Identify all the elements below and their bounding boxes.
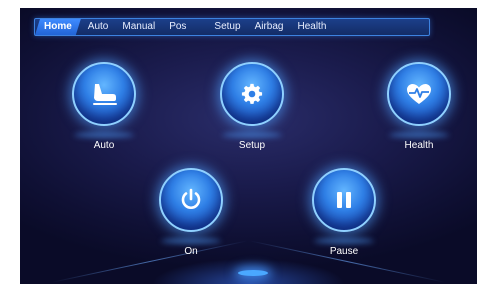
gear-icon xyxy=(220,62,284,126)
on-label: On xyxy=(184,246,198,257)
heart-pulse-icon xyxy=(387,62,451,126)
tab-home[interactable]: Home xyxy=(35,19,81,35)
health-button[interactable]: Health xyxy=(379,62,459,151)
top-nav-bar: Home Auto Manual Pos Setup Airbag Health xyxy=(34,18,430,36)
pause-label: Pause xyxy=(329,246,359,257)
auto-label: Auto xyxy=(93,140,115,151)
floor-glow xyxy=(238,270,268,276)
tab-airbag[interactable]: Airbag xyxy=(248,19,291,35)
pause-button[interactable]: Pause xyxy=(304,168,384,257)
tab-pos[interactable]: Pos xyxy=(162,19,193,35)
tab-manual[interactable]: Manual xyxy=(115,19,162,35)
setup-button[interactable]: Setup xyxy=(212,62,292,151)
device-screen: Home Auto Manual Pos Setup Airbag Health… xyxy=(20,8,477,284)
setup-label: Setup xyxy=(238,140,266,151)
tab-health[interactable]: Health xyxy=(290,19,333,35)
seat-icon xyxy=(72,62,136,126)
auto-button[interactable]: Auto xyxy=(64,62,144,151)
tab-setup[interactable]: Setup xyxy=(207,19,247,35)
power-icon xyxy=(159,168,223,232)
health-label: Health xyxy=(404,140,434,151)
tab-auto[interactable]: Auto xyxy=(81,19,116,35)
pause-icon xyxy=(312,168,376,232)
on-button[interactable]: On xyxy=(151,168,231,257)
